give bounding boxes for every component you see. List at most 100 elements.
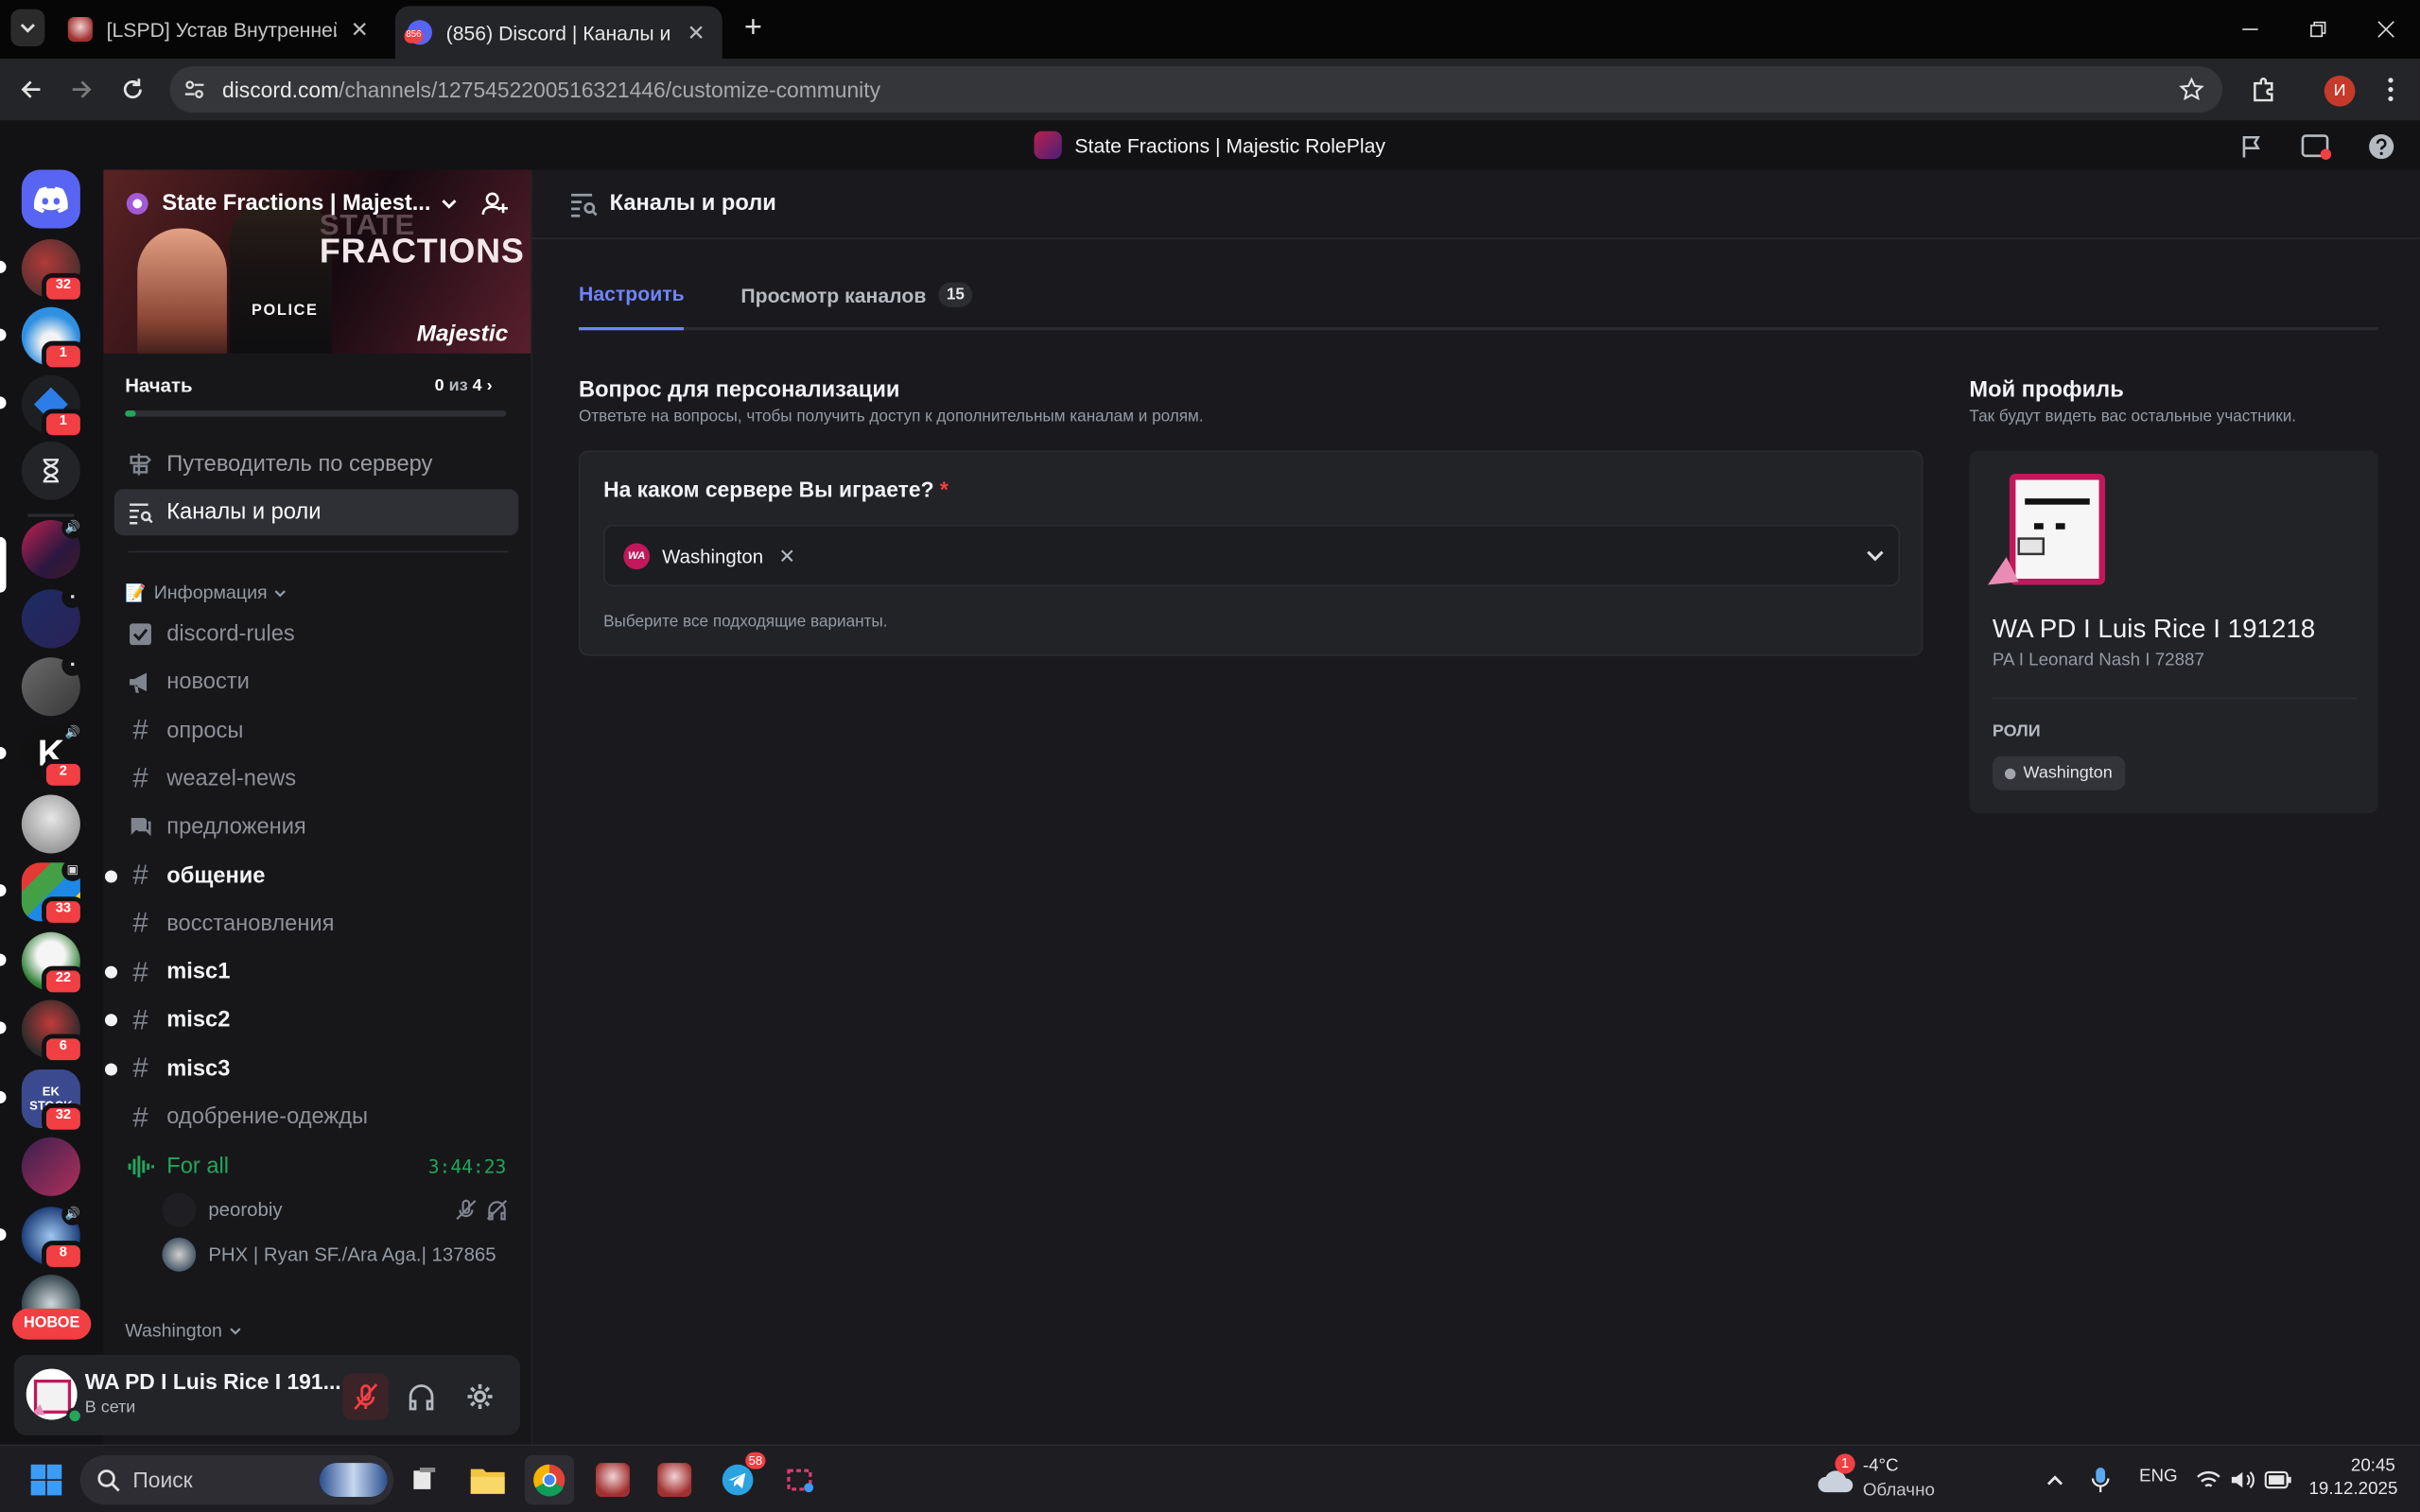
channel-10[interactable]: # одобрение-одежды: [114, 1096, 519, 1139]
chrome-button[interactable]: [524, 1454, 575, 1505]
profile-avatar[interactable]: И: [2324, 75, 2356, 107]
site-settings-icon[interactable]: [183, 78, 205, 100]
server-icon-3[interactable]: 1: [21, 374, 85, 441]
battery-icon[interactable]: [2264, 1470, 2291, 1489]
browser-tab-discord[interactable]: 856 (856) Discord | Каналы и роли ✕: [394, 6, 723, 60]
bookmark-star-icon[interactable]: [2179, 77, 2204, 102]
category-washington[interactable]: Washington: [125, 1319, 242, 1341]
language-indicator[interactable]: ENG: [2139, 1468, 2178, 1486]
tab-search-button[interactable]: [10, 9, 45, 46]
server-icon-k[interactable]: K 🔊 2: [21, 721, 85, 791]
start-button[interactable]: [22, 1455, 71, 1504]
back-button[interactable]: [14, 73, 48, 107]
channel-name: weazel-news: [166, 766, 297, 792]
home-button[interactable]: [21, 169, 80, 229]
telegram-button[interactable]: 58: [713, 1451, 766, 1504]
app-button-1[interactable]: [588, 1455, 637, 1504]
flag-icon: [2242, 135, 2260, 158]
windows-logo-icon: [30, 1464, 62, 1496]
deafen-button[interactable]: [398, 1373, 444, 1419]
server-icon-state-fractions[interactable]: 🔊: [21, 516, 84, 579]
channel-8[interactable]: # misc2: [104, 999, 519, 1043]
close-window-button[interactable]: [2352, 0, 2420, 59]
reload-button[interactable]: [115, 73, 149, 107]
new-tab-button[interactable]: +: [738, 12, 769, 43]
mic-muted-icon: [456, 1199, 477, 1221]
mention-badge: 2: [42, 758, 85, 791]
clock[interactable]: 20:45 19.12.2025: [2308, 1457, 2397, 1499]
channel-9[interactable]: # misc3: [104, 1048, 519, 1091]
server-icon-11[interactable]: 22: [21, 931, 85, 998]
voice-user[interactable]: PHX | Ryan SF./Ara Aga.| 137865: [162, 1235, 514, 1275]
onboarding-start[interactable]: Начать 0 из 4 ›: [125, 375, 504, 397]
discord-logo-icon: [33, 185, 68, 213]
channel-2[interactable]: # опросы: [114, 709, 519, 753]
user-settings-button[interactable]: [457, 1373, 503, 1419]
forum-icon: [127, 813, 154, 841]
close-tab-icon[interactable]: ✕: [682, 19, 709, 46]
channel-6[interactable]: # восстановления: [114, 902, 519, 946]
server-icon-2[interactable]: 1: [21, 306, 85, 373]
question-section-title: Вопрос для персонализации: [579, 377, 900, 403]
forward-button[interactable]: [65, 73, 99, 107]
mention-badge: 32: [42, 1103, 85, 1135]
channel-7[interactable]: # misc1: [104, 950, 519, 994]
microphone-icon[interactable]: [2090, 1466, 2112, 1493]
wifi-icon[interactable]: [2196, 1469, 2220, 1491]
minimize-button[interactable]: [2217, 0, 2285, 59]
snipping-tool-button[interactable]: [776, 1455, 826, 1504]
new-unreads-pill[interactable]: НОВОЕ: [12, 1308, 92, 1340]
channel-0[interactable]: discord-rules: [114, 613, 519, 656]
server-icon-ek-stock[interactable]: EKSTOCK32: [21, 1069, 85, 1135]
invite-people-icon[interactable]: [481, 190, 509, 217]
discord-title-bar: State Fractions | Majestic RolePlay: [0, 120, 2420, 170]
category-information[interactable]: 📝 Информация: [125, 582, 287, 603]
file-explorer-button[interactable]: [463, 1455, 513, 1504]
server-icon-10[interactable]: ▣ 33: [21, 860, 85, 928]
chevron-down-icon: [442, 200, 457, 209]
nav-channels-roles[interactable]: Каналы и роли: [113, 489, 519, 536]
server-icon-12[interactable]: 6: [21, 999, 85, 1066]
nav-server-guide[interactable]: Путеводитель по серверу: [114, 442, 519, 488]
task-view-button[interactable]: [400, 1455, 449, 1504]
server-header[interactable]: State Fractions | Majest...: [125, 188, 509, 219]
mute-mic-button[interactable]: [342, 1373, 390, 1420]
inbox-button[interactable]: [2300, 130, 2334, 164]
speaker-icon[interactable]: [2230, 1469, 2255, 1491]
tab-title: [LSPD] Устав Внутренней Служ: [106, 17, 337, 42]
channel-3[interactable]: # weazel-news: [114, 757, 519, 801]
server-icon-9[interactable]: [21, 794, 80, 854]
extensions-button[interactable]: [2247, 73, 2281, 107]
progress-count: 0 из 4 ›: [434, 376, 493, 395]
remove-option-icon[interactable]: ✕: [778, 544, 795, 568]
help-button[interactable]: [2364, 130, 2398, 164]
answer-select[interactable]: WA Washington ✕: [603, 524, 1900, 587]
chevron-up-icon[interactable]: [2045, 1470, 2064, 1490]
user-name: WA PD I Luis Rice I 191...: [84, 1368, 341, 1394]
server-icon-1[interactable]: 32: [21, 238, 85, 304]
tab-browse-channels[interactable]: Просмотр каналов 15: [740, 282, 973, 307]
channel-5[interactable]: # общение: [104, 854, 519, 897]
folder-icon: [470, 1469, 505, 1494]
channel-4[interactable]: предложения: [114, 806, 519, 849]
close-tab-icon[interactable]: ✕: [346, 15, 374, 43]
server-icon-7[interactable]: ▪: [21, 653, 84, 717]
tab-configure[interactable]: Настроить: [579, 283, 686, 331]
chevron-down-icon[interactable]: [1864, 545, 1886, 566]
app-button-2[interactable]: [650, 1455, 699, 1504]
address-bar[interactable]: discord.com/channels/1275452200516321446…: [169, 66, 2223, 113]
server-icon-4[interactable]: [21, 441, 80, 500]
browser-tab-lspd[interactable]: [LSPD] Устав Внутренней Служ ✕: [56, 7, 386, 53]
server-icon-14[interactable]: [21, 1137, 80, 1196]
server-icon-6[interactable]: ▪: [21, 586, 84, 649]
url-text[interactable]: discord.com/channels/1275452200516321446…: [222, 78, 880, 102]
profile-avatar: [1988, 474, 2106, 585]
taskbar-search[interactable]: Поиск: [79, 1454, 394, 1505]
voice-channel-for-all[interactable]: For all 3:44:23: [114, 1145, 519, 1189]
voice-user[interactable]: peorobiy: [162, 1190, 514, 1229]
channel-1[interactable]: новости: [114, 661, 519, 704]
server-icon-15[interactable]: 🔊 8: [21, 1203, 85, 1272]
browser-menu-button[interactable]: [2374, 73, 2408, 107]
inbox-flag-button[interactable]: [2235, 130, 2269, 164]
restore-button[interactable]: [2284, 0, 2352, 59]
